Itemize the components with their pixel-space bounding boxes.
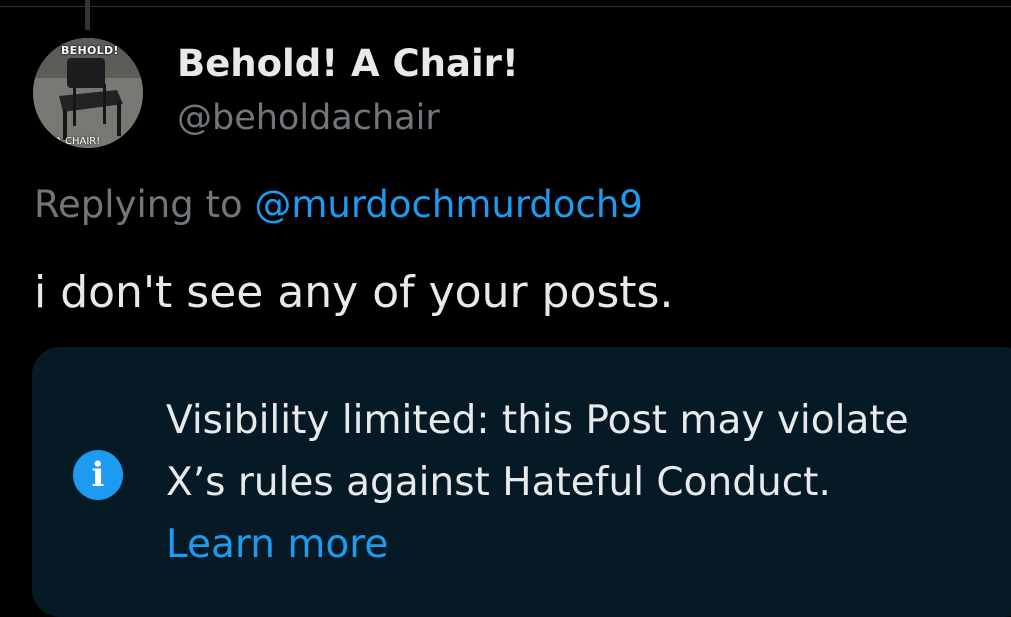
learn-more-link[interactable]: Learn more — [166, 514, 996, 576]
replying-to-mention-link[interactable]: @murdochmurdoch9 — [254, 183, 642, 226]
replying-to-line: Replying to @murdochmurdoch9 — [34, 183, 643, 226]
author-handle[interactable]: @beholdachair — [177, 98, 440, 138]
author-display-name[interactable]: Behold! A Chair! — [177, 42, 519, 85]
replying-to-label: Replying to — [34, 183, 255, 226]
notice-line-1: Visibility limited: this Post may violat… — [166, 398, 909, 443]
avatar-caption-top: BEHOLD! — [61, 44, 119, 57]
avatar-caption-bottom: A CHAIR! — [55, 136, 101, 147]
top-divider — [0, 6, 1011, 7]
thread-connector-line — [85, 0, 90, 30]
avatar[interactable]: BEHOLD! A CHAIR! — [33, 38, 143, 148]
post-text: i don't see any of your posts. — [34, 267, 674, 318]
notice-line-2: X’s rules against Hateful Conduct. — [166, 460, 831, 505]
info-icon: i — [73, 450, 123, 500]
visibility-notice-text: Visibility limited: this Post may violat… — [166, 390, 996, 576]
